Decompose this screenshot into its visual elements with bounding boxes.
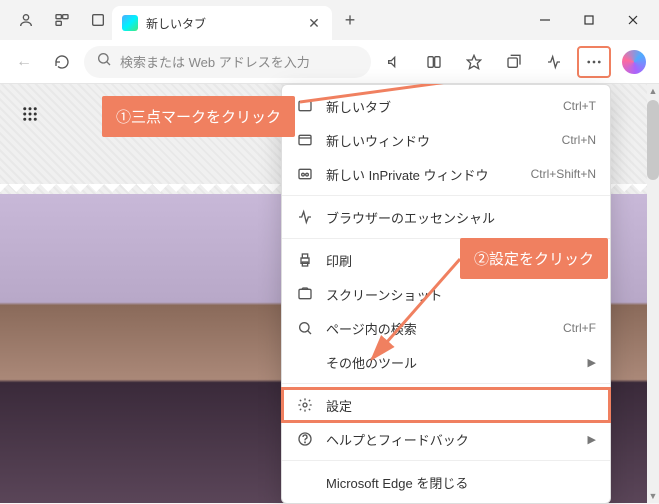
reload-button[interactable] (46, 46, 78, 78)
tab-close-button[interactable]: ✕ (306, 15, 322, 31)
menu-item-label: 新しいウィンドウ (326, 131, 550, 150)
profile-icon[interactable] (12, 6, 40, 34)
menu-item-label: 設定 (326, 396, 596, 415)
menu-find[interactable]: ページ内の検索 Ctrl+F (282, 311, 610, 345)
scrollbar-thumb[interactable] (647, 100, 659, 180)
minimize-button[interactable] (523, 4, 567, 36)
menu-separator (282, 383, 610, 384)
menu-item-shortcut: Ctrl+T (563, 99, 596, 113)
annotation-callout-1: ①三点マークをクリック (102, 96, 295, 137)
menu-item-label: ブラウザーのエッセンシャル (326, 208, 596, 227)
menu-close-edge[interactable]: Microsoft Edge を閉じる (282, 465, 610, 499)
copilot-button[interactable] (617, 46, 651, 78)
find-icon (296, 320, 314, 336)
more-menu-button[interactable] (577, 46, 611, 78)
address-placeholder: 検索または Web アドレスを入力 (120, 52, 359, 71)
menu-help[interactable]: ヘルプとフィードバック ▶ (282, 422, 610, 456)
essentials-icon (296, 209, 314, 225)
screenshot-icon (296, 286, 314, 302)
edge-favicon-icon (122, 15, 138, 31)
menu-more-tools[interactable]: その他のツール ▶ (282, 345, 610, 379)
chevron-right-icon: ▶ (588, 433, 596, 446)
apps-grid-button[interactable] (14, 98, 46, 130)
menu-separator (282, 460, 610, 461)
menu-item-label: ページ内の検索 (326, 319, 551, 338)
menu-settings[interactable]: 設定 (282, 388, 610, 422)
split-screen-icon[interactable] (417, 46, 451, 78)
menu-item-shortcut: Ctrl+N (562, 133, 596, 147)
inprivate-icon (296, 166, 314, 182)
vertical-scrollbar[interactable]: ▲ ▼ (647, 84, 659, 503)
menu-screenshot[interactable]: スクリーンショット (282, 277, 610, 311)
titlebar: 新しいタブ ✕ + (0, 0, 659, 40)
new-tab-button[interactable]: + (336, 6, 364, 34)
scroll-up-arrow[interactable]: ▲ (647, 84, 659, 98)
menu-item-label: スクリーンショット (326, 285, 596, 304)
menu-item-shortcut: Ctrl+F (563, 321, 596, 335)
overflow-menu: 新しいタブ Ctrl+T 新しいウィンドウ Ctrl+N 新しい InPriva… (281, 84, 611, 504)
menu-separator (282, 195, 610, 196)
menu-item-label: ヘルプとフィードバック (326, 430, 576, 449)
new-window-icon (296, 132, 314, 148)
content-area: ▲ ▼ 新しいタブ Ctrl+T 新しいウィンドウ Ctrl+N 新しい InP… (0, 84, 659, 503)
print-icon (296, 252, 314, 268)
menu-item-label: 新しい InPrivate ウィンドウ (326, 165, 519, 184)
address-bar[interactable]: 検索または Web アドレスを入力 (84, 46, 371, 78)
help-icon (296, 431, 314, 447)
menu-new-window[interactable]: 新しいウィンドウ Ctrl+N (282, 123, 610, 157)
menu-new-inprivate[interactable]: 新しい InPrivate ウィンドウ Ctrl+Shift+N (282, 157, 610, 191)
favorites-icon[interactable] (457, 46, 491, 78)
collections-icon[interactable] (497, 46, 531, 78)
scroll-down-arrow[interactable]: ▼ (647, 489, 659, 503)
back-button[interactable]: ← (8, 46, 40, 78)
menu-item-label: 新しいタブ (326, 97, 551, 116)
copilot-icon (622, 50, 646, 74)
new-tab-icon (296, 98, 314, 114)
tab-title: 新しいタブ (146, 15, 298, 32)
menu-item-shortcut: Ctrl+Shift+N (531, 167, 596, 181)
menu-new-tab[interactable]: 新しいタブ Ctrl+T (282, 89, 610, 123)
menu-item-label: その他のツール (326, 353, 576, 372)
chevron-right-icon: ▶ (588, 356, 596, 369)
annotation-callout-2: ②設定をクリック (460, 238, 608, 279)
tab-actions-icon[interactable] (84, 6, 112, 34)
close-window-button[interactable] (611, 4, 655, 36)
menu-item-label: Microsoft Edge を閉じる (326, 473, 596, 492)
toolbar: ← 検索または Web アドレスを入力 (0, 40, 659, 84)
read-aloud-icon[interactable] (377, 46, 411, 78)
browser-tab[interactable]: 新しいタブ ✕ (112, 6, 332, 40)
maximize-button[interactable] (567, 4, 611, 36)
workspaces-icon[interactable] (48, 6, 76, 34)
menu-essentials[interactable]: ブラウザーのエッセンシャル (282, 200, 610, 234)
browser-essentials-icon[interactable] (537, 46, 571, 78)
search-icon (96, 51, 112, 72)
gear-icon (296, 397, 314, 413)
